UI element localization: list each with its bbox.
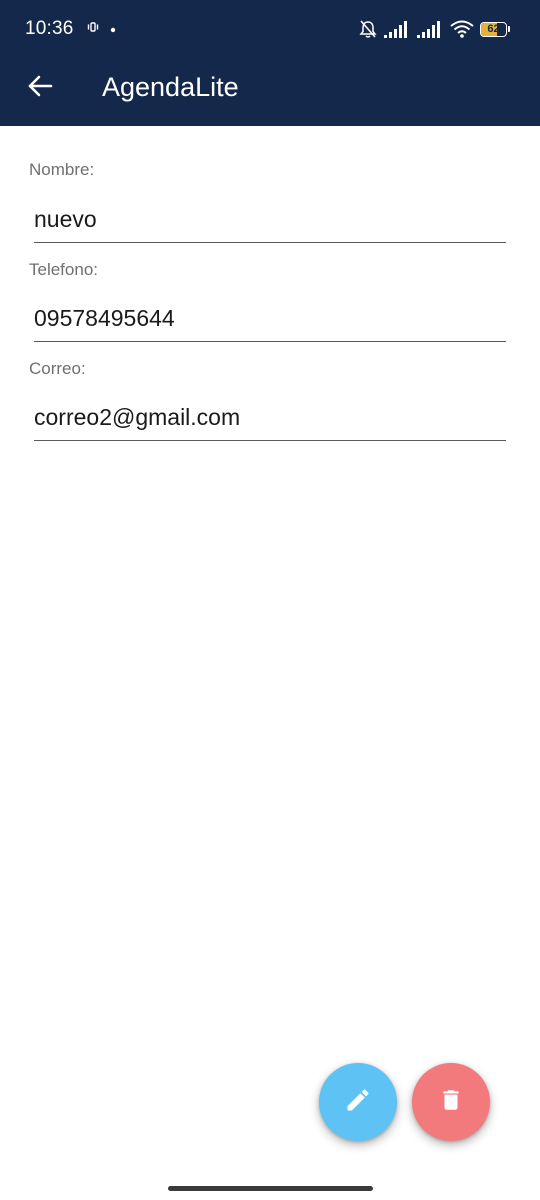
correo-label: Correo:: [29, 359, 86, 378]
wifi-icon: [450, 20, 474, 38]
signal-icon: [417, 20, 444, 38]
status-time: 10:36: [25, 18, 74, 39]
telefono-label: Telefono:: [29, 260, 98, 279]
arrow-left-icon: [27, 75, 53, 102]
app-bar: 10:36 62 AgendaLite: [0, 0, 540, 126]
correo-field[interactable]: correo2@gmail.com: [34, 397, 506, 441]
battery-icon: 62: [480, 21, 510, 38]
trash-icon: [438, 1086, 464, 1119]
vibrate-icon: [86, 20, 100, 38]
alarm-off-icon: [358, 19, 378, 39]
notification-dot-icon: [110, 20, 116, 38]
status-right-icons: 62: [358, 19, 510, 39]
edit-button[interactable]: [319, 1063, 397, 1141]
battery-level: 62: [487, 22, 500, 35]
status-left-icons: [86, 20, 116, 38]
nombre-field[interactable]: nuevo: [34, 199, 506, 243]
home-indicator[interactable]: [168, 1186, 373, 1191]
back-button[interactable]: [22, 70, 58, 106]
nombre-label: Nombre:: [29, 160, 95, 179]
signal-icon: [384, 20, 411, 38]
telefono-field[interactable]: 09578495644: [34, 298, 506, 342]
pencil-icon: [344, 1086, 372, 1119]
page-title: AgendaLite: [102, 72, 239, 102]
delete-button[interactable]: [412, 1063, 490, 1141]
